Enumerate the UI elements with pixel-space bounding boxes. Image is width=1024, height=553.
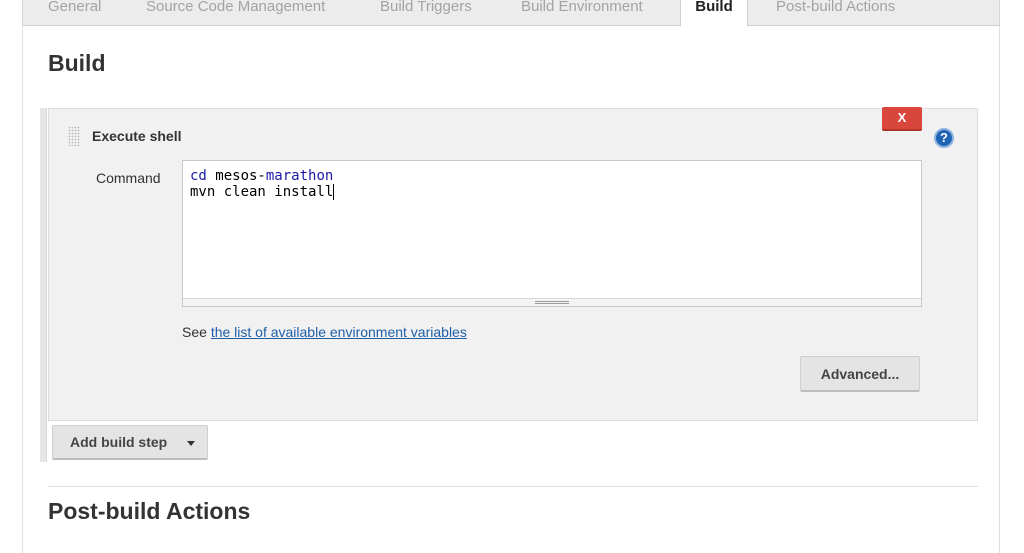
command-textarea[interactable]: cd mesos-marathon mvn clean install	[182, 160, 922, 307]
tab-build[interactable]: Build	[680, 0, 748, 27]
step-title: Execute shell	[92, 128, 182, 144]
env-vars-note: See the list of available environment va…	[182, 324, 467, 340]
code-keyword: cd	[190, 168, 207, 184]
build-steps-rail	[40, 108, 47, 462]
resize-grip-icon	[535, 301, 569, 304]
code-text: mvn clean install	[190, 184, 334, 200]
tab-post-build-actions[interactable]: Post-build Actions	[776, 0, 895, 26]
code-keyword: marathon	[265, 168, 334, 184]
command-code: cd mesos-marathon mvn clean install	[190, 168, 335, 200]
text-caret	[333, 184, 335, 200]
tab-source-code-management[interactable]: Source Code Management	[146, 0, 325, 26]
command-label: Command	[96, 170, 161, 186]
textarea-resize-handle[interactable]	[183, 298, 921, 306]
post-build-section-title: Post-build Actions	[48, 498, 251, 524]
drag-handle-icon[interactable]	[68, 126, 80, 146]
chevron-down-icon	[187, 441, 195, 446]
code-text: mesos-	[206, 168, 266, 184]
env-vars-link[interactable]: the list of available environment variab…	[211, 324, 467, 340]
help-icon[interactable]: ?	[934, 128, 954, 148]
add-build-step-label: Add build step	[70, 434, 168, 450]
env-vars-prefix: See	[182, 324, 211, 340]
delete-step-button[interactable]: X	[882, 107, 922, 131]
build-section-title: Build	[48, 50, 106, 76]
tab-build-environment[interactable]: Build Environment	[521, 0, 643, 26]
section-divider	[48, 486, 978, 487]
config-tabbar: General Source Code Management Build Tri…	[0, 0, 1024, 27]
tab-general[interactable]: General	[48, 0, 101, 26]
advanced-button[interactable]: Advanced...	[800, 356, 920, 392]
add-build-step-button[interactable]: Add build step	[52, 425, 208, 460]
tab-build-triggers[interactable]: Build Triggers	[380, 0, 472, 26]
